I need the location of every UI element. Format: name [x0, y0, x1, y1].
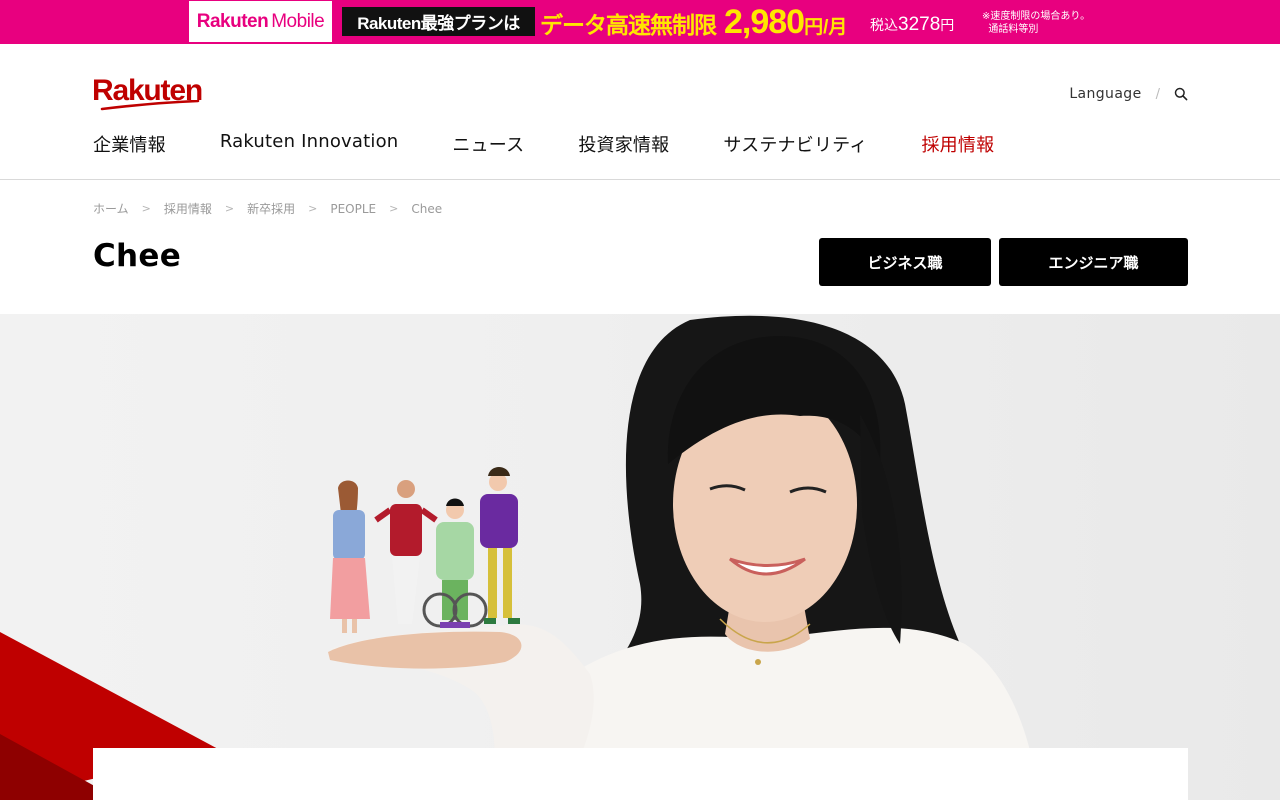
chevron-right-icon: >	[141, 202, 151, 215]
nav-item-innovation[interactable]: Rakuten Innovation	[220, 131, 399, 157]
promo-brand-bold: Rakuten	[196, 10, 269, 32]
breadcrumb-people[interactable]: PEOPLE	[330, 202, 376, 216]
promo-headline: データ高速無制限 2,980 円/月	[540, 3, 848, 41]
business-role-button[interactable]: ビジネス職	[819, 238, 991, 286]
search-icon[interactable]	[1174, 87, 1188, 101]
breadcrumb: ホーム > 採用情報 > 新卒採用 > PEOPLE > Chee	[93, 200, 442, 217]
hero-illustration	[0, 315, 1040, 800]
nav-item-corporate[interactable]: 企業情報	[93, 131, 166, 157]
header-divider	[0, 179, 1280, 180]
engineer-role-button[interactable]: エンジニア職	[999, 238, 1188, 286]
nav-item-sustainability[interactable]: サステナビリティ	[723, 131, 867, 157]
promo-price-unit: 円/月	[804, 17, 848, 38]
language-link[interactable]: Language	[1069, 86, 1141, 102]
page-title: Chee	[93, 238, 182, 274]
nav-item-investors[interactable]: 投資家情報	[578, 131, 669, 157]
utility-separator: /	[1155, 86, 1160, 102]
global-nav: 企業情報 Rakuten Innovation ニュース 投資家情報 サステナビ…	[93, 131, 994, 157]
promo-footnote: ※速度制限の場合あり。 通話料等別	[982, 11, 1091, 35]
hero-image	[0, 314, 1280, 800]
utility-links: Language /	[1069, 86, 1188, 102]
breadcrumb-home[interactable]: ホーム	[93, 200, 129, 217]
tiny-person-4	[480, 467, 520, 624]
content-card	[93, 748, 1188, 800]
palm	[328, 631, 522, 669]
chevron-right-icon: >	[224, 202, 235, 215]
promo-banner[interactable]: Rakuten Mobile Rakuten最強プランは データ高速無制限 2,9…	[0, 0, 1280, 44]
promo-brand-thin: Mobile	[271, 10, 325, 32]
promo-plan-label: Rakuten最強プランは	[342, 7, 535, 36]
breadcrumb-careers[interactable]: 採用情報	[164, 200, 212, 217]
breadcrumb-new-graduates[interactable]: 新卒採用	[247, 200, 295, 217]
nav-item-careers[interactable]: 採用情報	[921, 131, 994, 157]
promo-tax-value: 3278	[898, 14, 941, 35]
rakuten-mobile-logo: Rakuten Mobile	[189, 1, 332, 42]
promo-tax-label: 税込	[870, 17, 898, 33]
promo-tax-price: 税込3278円	[870, 14, 954, 36]
promo-tax-unit: 円	[940, 17, 955, 33]
promo-price: 2,980	[724, 3, 805, 41]
chevron-right-icon: >	[389, 202, 399, 215]
nav-item-news[interactable]: ニュース	[452, 131, 524, 157]
logo-swoosh-icon	[100, 100, 200, 111]
breadcrumb-current: Chee	[411, 201, 443, 216]
promo-headline-text: データ高速無制限	[540, 12, 717, 38]
rakuten-logo[interactable]: Rakuten	[92, 76, 203, 111]
tiny-person-1	[330, 480, 370, 633]
chevron-right-icon: >	[308, 202, 318, 215]
